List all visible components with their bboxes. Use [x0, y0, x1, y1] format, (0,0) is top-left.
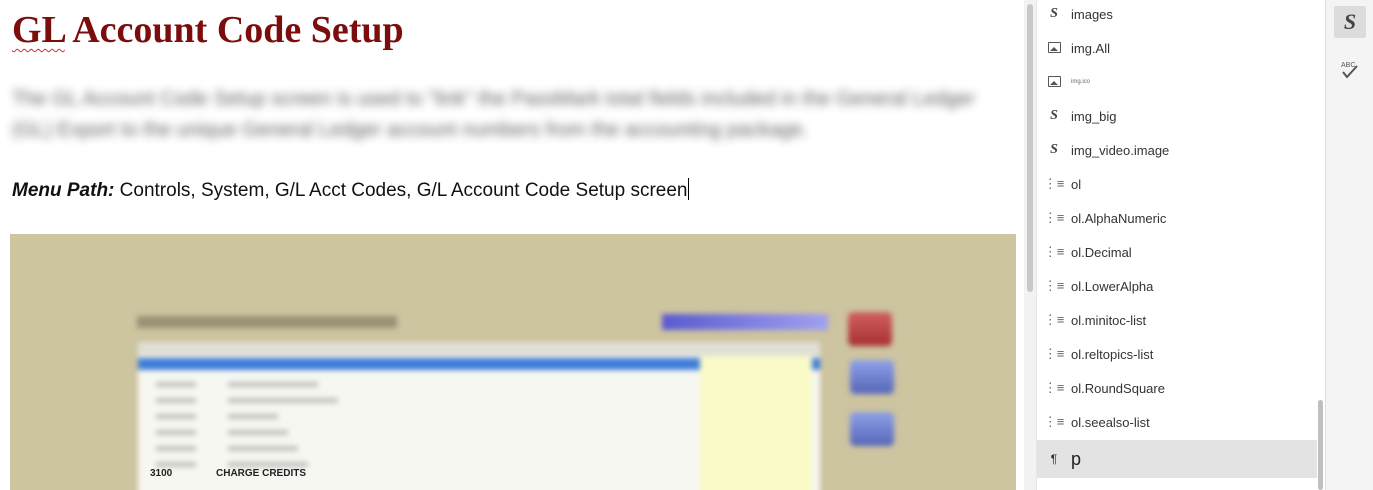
menu-path-paragraph[interactable]: Menu Path: Controls, System, G/L Acct Co… — [12, 178, 690, 202]
spell-check-icon: ABC — [1341, 62, 1358, 79]
editor-scrollbar-thumb[interactable] — [1027, 4, 1033, 292]
screenshot-grid-line — [228, 430, 288, 435]
embedded-screenshot[interactable]: 3100 CHARGE CREDITS — [10, 234, 1016, 490]
style-item-ol-reltopics-list[interactable]: ⋮≡ ol.reltopics-list — [1037, 337, 1317, 371]
style-item-ol-roundsquare[interactable]: ⋮≡ ol.RoundSquare — [1037, 371, 1317, 405]
list-style-icon: ⋮≡ — [1043, 346, 1065, 361]
style-item-ol-decimal[interactable]: ⋮≡ ol.Decimal — [1037, 235, 1317, 269]
list-style-icon: ⋮≡ — [1043, 210, 1065, 225]
styles-panel-scrollbar[interactable] — [1316, 0, 1324, 490]
screenshot-grid-line — [228, 382, 318, 387]
style-item-label: img.ico — [1071, 79, 1091, 85]
style-item-ol-loweralpha[interactable]: ⋮≡ ol.LowerAlpha — [1037, 269, 1317, 303]
svg-text:ABC: ABC — [1341, 62, 1355, 69]
style-item-img-ico[interactable]: img.ico — [1037, 65, 1317, 99]
list-style-icon: ⋮≡ — [1043, 278, 1065, 293]
style-item-p-selected[interactable]: ¶ p — [1037, 440, 1317, 478]
style-item-label: ol.minitoc-list — [1071, 312, 1147, 328]
style-item-label: ol.Decimal — [1071, 244, 1132, 260]
screenshot-red-button — [848, 312, 892, 346]
style-item-ol-alphanumeric[interactable]: ⋮≡ ol.AlphaNumeric — [1037, 201, 1317, 235]
screenshot-grid-line — [156, 446, 196, 451]
style-item-ol-minitoc-list[interactable]: ⋮≡ ol.minitoc-list — [1037, 303, 1317, 337]
style-item-ol[interactable]: ⋮≡ ol — [1037, 167, 1317, 201]
styles-panel-toggle-button[interactable]: S — [1334, 6, 1366, 38]
screenshot-grid-line — [228, 414, 278, 419]
list-style-icon: ⋮≡ — [1043, 414, 1065, 429]
screenshot-blur-layer — [10, 234, 1016, 490]
screenshot-blue-button-1 — [850, 360, 894, 394]
paragraph-style-icon: ¶ — [1050, 452, 1058, 466]
list-style-icon: ⋮≡ — [1043, 176, 1065, 191]
text-caret — [688, 178, 690, 200]
style-item-label: ol.AlphaNumeric — [1071, 210, 1167, 226]
style-item-label: img_video.image — [1071, 142, 1170, 158]
styles-panel-scrollbar-thumb[interactable] — [1318, 400, 1323, 490]
style-item-label: ol.reltopics-list — [1071, 346, 1154, 362]
heading-rest: Account Code Setup — [64, 9, 404, 51]
style-item-label: p — [1071, 448, 1082, 469]
style-item-label: ol.RoundSquare — [1071, 380, 1165, 396]
style-item-ol-seealso-list[interactable]: ⋮≡ ol.seealso-list — [1037, 405, 1317, 439]
right-tool-strip: S ABC — [1325, 0, 1373, 490]
style-item-label: ol — [1071, 176, 1082, 192]
style-item-images[interactable]: S images — [1037, 0, 1317, 31]
menu-path-label: Menu Path: — [12, 180, 115, 201]
style-item-label: img.All — [1071, 40, 1111, 56]
style-item-img-big[interactable]: S img_big — [1037, 99, 1317, 133]
screenshot-grid-line — [228, 462, 308, 467]
image-style-icon — [1037, 41, 1071, 56]
styles-icon: S — [1343, 9, 1357, 34]
style-item-img-video-image[interactable]: S img_video.image — [1037, 133, 1317, 167]
character-style-icon: S — [1050, 6, 1058, 21]
screenshot-grid-header — [138, 342, 820, 356]
style-item-label: images — [1071, 6, 1113, 22]
styles-panel: S images img.All img.ico S img_big S img… — [1036, 0, 1325, 490]
screenshot-grid-line — [156, 462, 196, 467]
screenshot-grid-yellow-column — [700, 356, 812, 490]
editor-pane[interactable]: GL Account Code Setup The GL Account Cod… — [0, 0, 1024, 490]
image-style-icon — [1037, 75, 1071, 90]
heading-gl-word: GL — [12, 9, 65, 51]
menu-path-value: Controls, System, G/L Acct Codes, G/L Ac… — [114, 180, 688, 201]
screenshot-row-desc: CHARGE CREDITS — [216, 468, 307, 479]
list-style-icon: ⋮≡ — [1043, 312, 1065, 327]
screenshot-grid-line — [156, 430, 196, 435]
spell-check-button[interactable]: ABC — [1334, 54, 1366, 86]
screenshot-grid-line — [156, 414, 196, 419]
screenshot-title-bar — [137, 316, 397, 328]
intro-paragraph: The GL Account Code Setup screen is used… — [12, 88, 975, 141]
character-style-icon: S — [1050, 142, 1058, 157]
screenshot-grid-line — [228, 446, 298, 451]
screenshot-row-code: 3100 — [150, 468, 173, 479]
screenshot-visible-row: 3100 CHARGE CREDITS — [150, 468, 306, 479]
style-item-img-all[interactable]: img.All — [1037, 31, 1317, 65]
screenshot-blue-bar — [662, 314, 828, 330]
screenshot-grid-line — [156, 398, 196, 403]
style-item-label: ol.LowerAlpha — [1071, 278, 1154, 294]
style-item-label: ol.seealso-list — [1071, 414, 1150, 430]
screenshot-blue-button-2 — [850, 412, 894, 446]
character-style-icon: S — [1050, 108, 1058, 123]
list-style-icon: ⋮≡ — [1043, 380, 1065, 395]
list-style-icon: ⋮≡ — [1043, 244, 1065, 259]
style-item-label: img_big — [1071, 108, 1117, 124]
screenshot-grid-line — [156, 382, 196, 387]
screenshot-grid-line — [228, 398, 338, 403]
editor-scrollbar[interactable] — [1024, 0, 1036, 490]
page-heading: GL Account Code Setup — [12, 8, 404, 52]
